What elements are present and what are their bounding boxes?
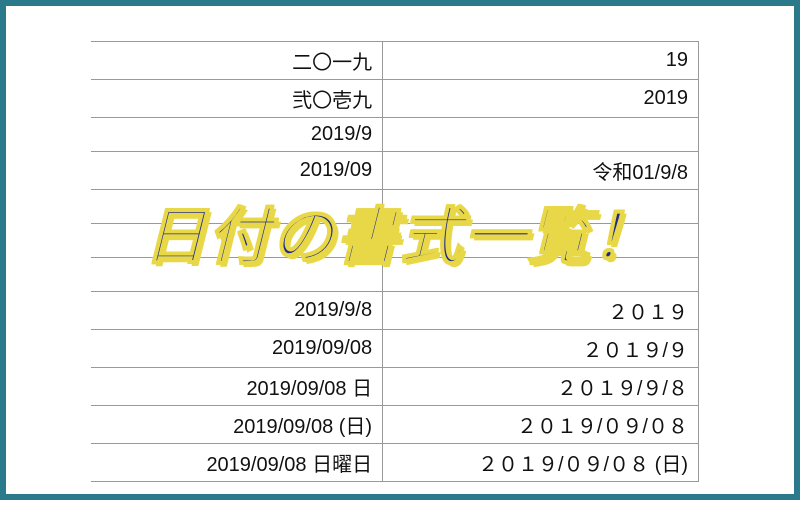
page-title: 日付の書式一覧！ [144,186,656,276]
cell-right[interactable]: ２０１９ [383,292,699,330]
table-row: 2019/9/8 ２０１９ [91,292,699,330]
cell-left[interactable]: 弐〇壱九 [91,80,383,118]
cell-right[interactable]: ２０１９/９ [383,330,699,368]
cell-right[interactable]: 19 [383,42,699,80]
cell-left[interactable]: 2019/09 [91,152,383,190]
table-row: 二〇一九 19 [91,42,699,80]
table-row: 2019/9 [91,118,699,152]
cell-left[interactable]: 2019/09/08 (日) [91,406,383,444]
table-row: 2019/09 令和01/9/8 [91,152,699,190]
cell-right[interactable]: ２０１９/０９/０８ (日) [383,444,699,482]
cell-right[interactable]: ２０１９/９/８ [383,368,699,406]
cell-right[interactable] [383,118,699,152]
cell-left[interactable]: 二〇一九 [91,42,383,80]
cell-right[interactable]: 2019 [383,80,699,118]
table-row: 2019/09/08 日曜日 ２０１９/０９/０８ (日) [91,444,699,482]
cell-right[interactable]: 令和01/9/8 [383,152,699,190]
cell-left[interactable]: 2019/09/08 [91,330,383,368]
cell-right[interactable]: ２０１９/０９/０８ [383,406,699,444]
cell-left[interactable]: 2019/9/8 [91,292,383,330]
cell-left[interactable]: 2019/09/08 日曜日 [91,444,383,482]
cell-left[interactable]: 2019/09/08 日 [91,368,383,406]
table-row: 2019/09/08 日 ２０１９/９/８ [91,368,699,406]
table-row: 弐〇壱九 2019 [91,80,699,118]
cell-left[interactable]: 2019/9 [91,118,383,152]
table-row: 2019/09/08 (日) ２０１９/０９/０８ [91,406,699,444]
table-row: 2019/09/08 ２０１９/９ [91,330,699,368]
